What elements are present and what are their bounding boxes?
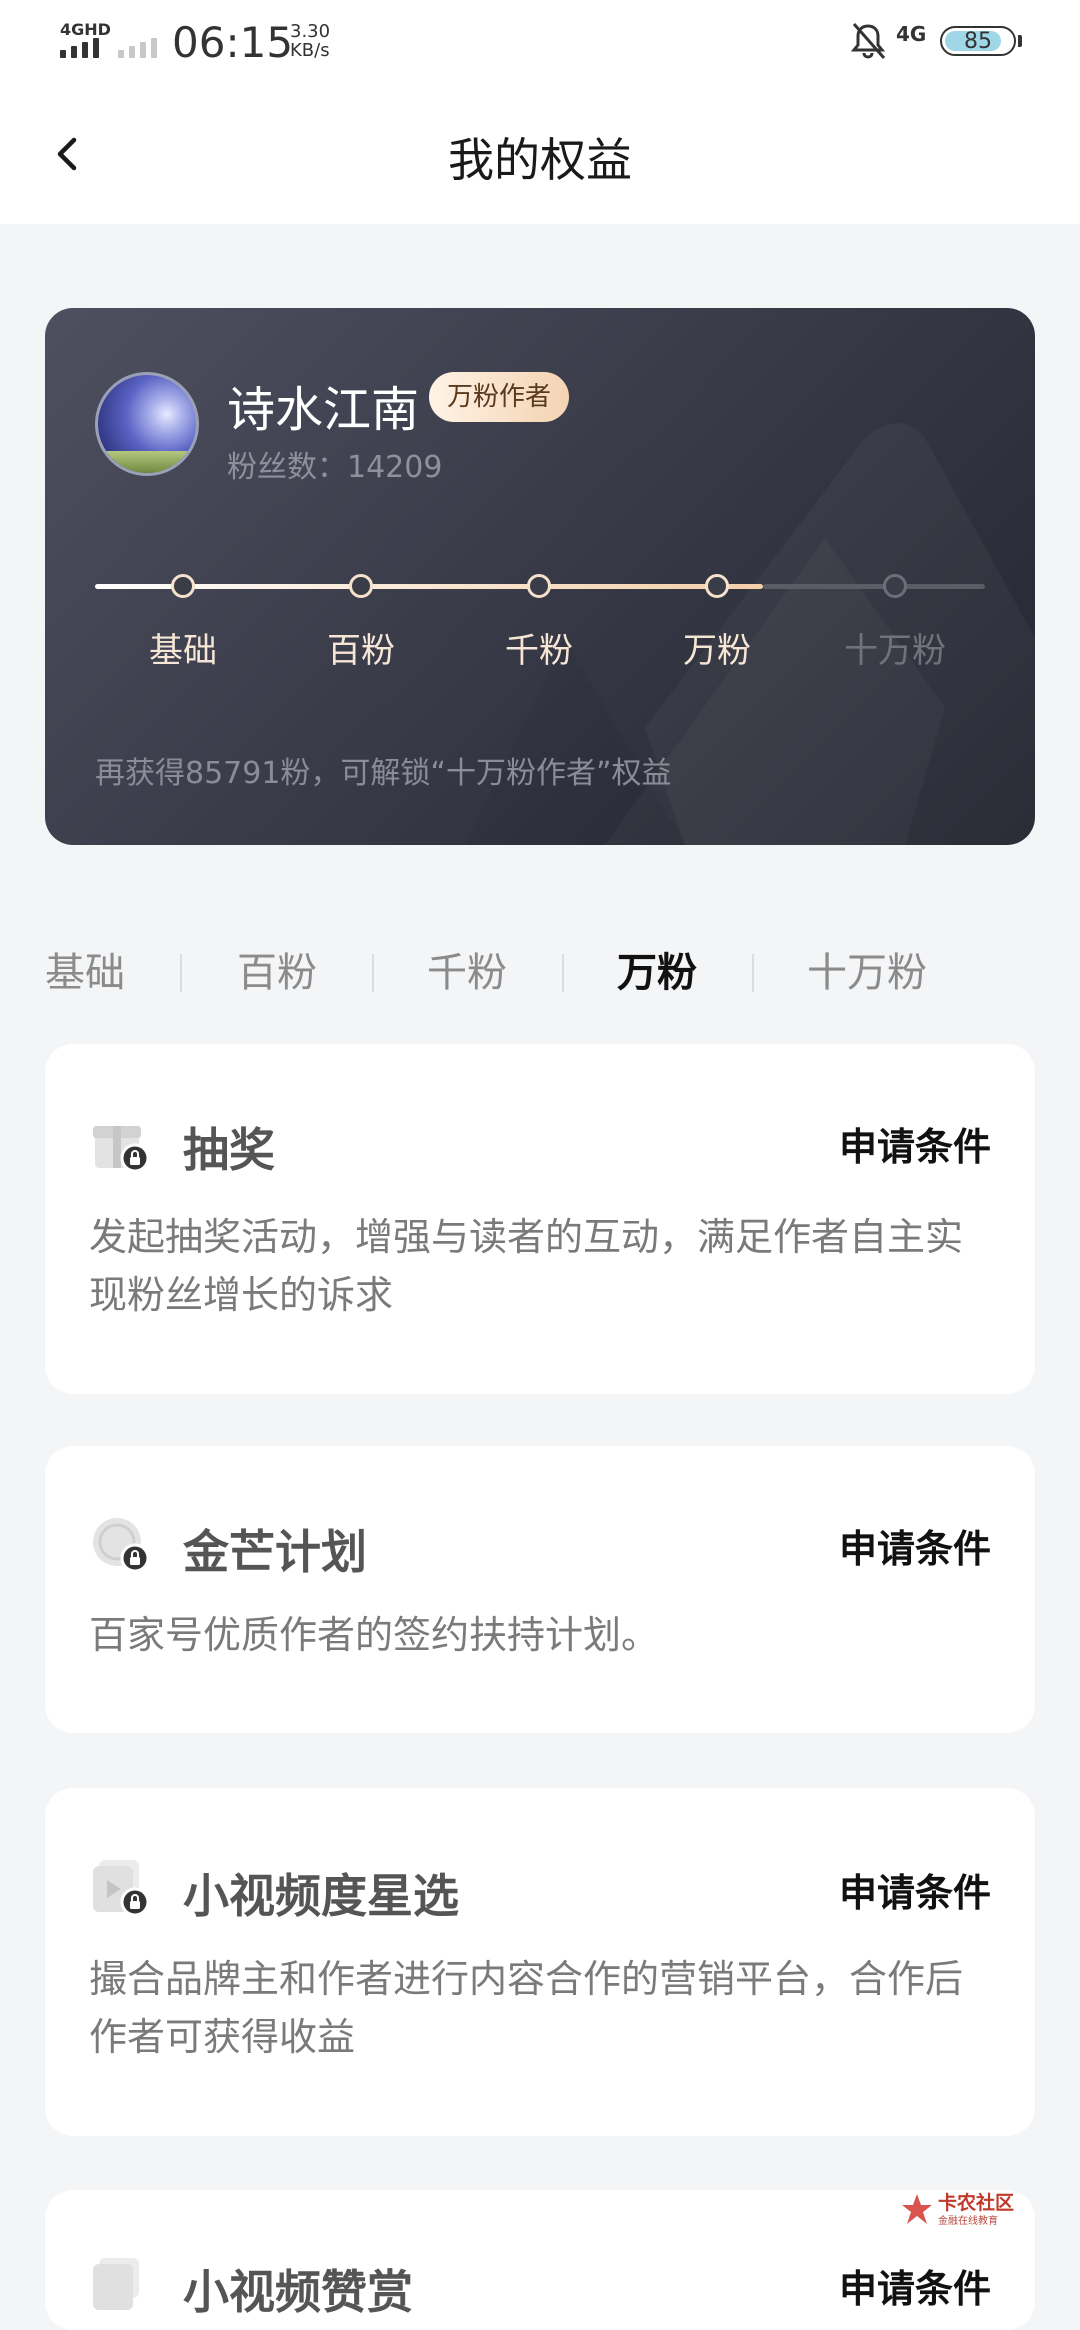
level-label: 百粉 [327,631,395,671]
benefit-card-jinmang[interactable]: 金芒计划 申请条件 百家号优质作者的签约扶持计划。 [45,1446,1035,1733]
level-node-basic [171,574,195,598]
gift-lock-icon [93,1126,149,1172]
apply-condition-link[interactable]: 申请条件 [839,1518,991,1573]
level-node-thousand [527,574,551,598]
gold-coin-lock-icon [93,1518,149,1572]
network-speed: 3.30 KB/s [290,22,330,60]
author-level-badge: 万粉作者 [429,372,570,422]
benefit-description: 百家号优质作者的签约扶持计划。 [89,1613,660,1657]
speed-unit: KB/s [290,40,330,61]
watermark-name: 卡农社区 [938,2192,1015,2214]
benefit-title: 金芒计划 [183,1525,367,1579]
signal-secondary-icon [118,36,157,58]
tab-divider [562,954,564,992]
level-label: 万粉 [683,631,751,671]
signal-icon [60,36,99,58]
watermark: 卡农社区 金融在线教育 [900,2188,1020,2236]
benefit-card-video-star[interactable]: 小视频度星选 申请条件 撮合品牌主和作者进行内容合作的营销平台，合作后作者可获得… [45,1788,1035,2136]
level-node-ten-thousand [705,574,729,598]
benefit-title: 抽奖 [183,1123,275,1177]
network-right: 4G [896,22,927,46]
level-node-hundred [349,574,373,598]
battery-tip [1018,35,1022,47]
user-name: 诗水江南 [227,382,420,438]
tab-thousand[interactable]: 千粉 [427,940,507,998]
notification-off-icon [850,23,886,59]
level-label: 千粉 [505,631,573,671]
battery-level: 85 [964,29,992,54]
benefit-title: 小视频赞赏 [183,2265,413,2319]
avatar[interactable] [95,372,199,476]
benefit-card-lottery[interactable]: 抽奖 申请条件 发起抽奖活动，增强与读者的互动，满足作者自主实现粉丝增长的诉求 [45,1044,1035,1394]
apply-condition-link[interactable]: 申请条件 [839,2258,991,2313]
fans-label: 粉丝数： [227,450,347,485]
video-lock-icon [93,2258,139,2310]
apply-condition-link[interactable]: 申请条件 [839,1862,991,1917]
page-title: 我的权益 [448,133,632,187]
status-bar: 4GHD 06:15 3.30 KB/s 4G 85 [0,0,1080,84]
level-node-hundred-thousand [883,574,907,598]
tab-divider [372,954,374,992]
benefit-description: 发起抽奖活动，增强与读者的互动，满足作者自主实现粉丝增长的诉求 [89,1215,964,1317]
profile-card: 诗水江南 万粉作者 粉丝数：14209 基础 百粉 千粉 万粉 十万粉 再获得8… [45,308,1035,845]
fans-number: 14209 [347,450,443,485]
tab-hundred[interactable]: 百粉 [237,940,317,998]
tab-divider [752,954,754,992]
status-time: 06:15 [172,18,294,67]
benefit-card-video-reward[interactable]: 小视频赞赏 申请条件 [45,2190,1035,2330]
video-lock-icon [93,1860,149,1916]
watermark-logo-icon [902,2194,932,2224]
nav-bar: 我的权益 [0,84,1080,224]
progress-track-remaining [763,584,985,589]
tab-ten-thousand[interactable]: 万粉 [617,940,697,998]
speed-value: 3.30 [290,21,331,42]
battery-icon: 85 [940,26,1016,56]
benefit-title: 小视频度星选 [183,1869,459,1923]
level-label: 基础 [149,631,217,671]
level-label: 十万粉 [844,631,946,671]
progress-track-done [95,584,763,589]
unlock-hint: 再获得85791粉，可解锁“十万粉作者”权益 [95,756,672,791]
watermark-subtitle: 金融在线教育 [938,2216,998,2227]
tab-hundred-thousand[interactable]: 十万粉 [807,940,927,998]
tab-basic[interactable]: 基础 [45,940,125,998]
apply-condition-link[interactable]: 申请条件 [839,1116,991,1171]
tab-divider [180,954,182,992]
fans-count: 粉丝数：14209 [227,442,442,486]
benefit-description: 撮合品牌主和作者进行内容合作的营销平台，合作后作者可获得收益 [89,1957,964,2059]
